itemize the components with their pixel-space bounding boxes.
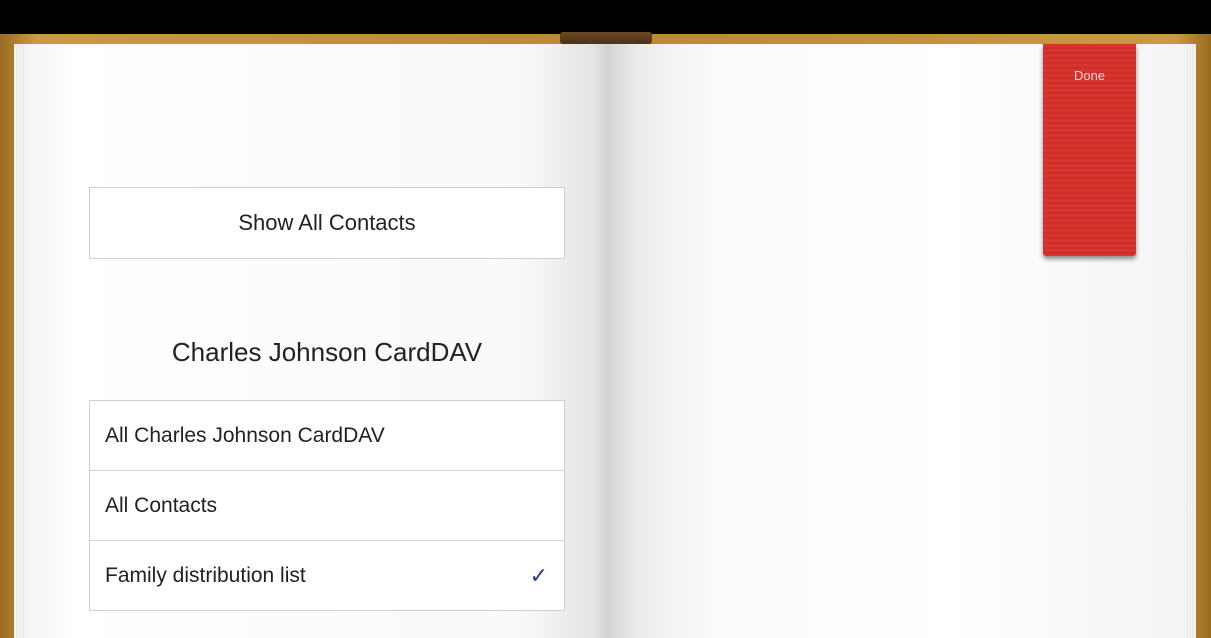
left-page-edges [14,44,26,638]
group-label: All Charles Johnson CardDAV [105,423,385,447]
group-label: Family distribution list [105,563,306,587]
account-section-header: Charles Johnson CardDAV [89,327,565,377]
done-ribbon-button[interactable]: Done [1043,44,1136,256]
group-list: All Charles Johnson CardDAV All Contacts… [89,400,565,611]
checkmark-icon: ✓ [529,562,548,588]
group-row-all-contacts[interactable]: All Contacts [90,471,564,541]
book-spine-clasp [560,32,652,44]
show-all-contacts-label: Show All Contacts [238,210,416,235]
group-row-all-account[interactable]: All Charles Johnson CardDAV [90,401,564,471]
group-label: All Contacts [105,493,218,517]
done-label: Done [1073,68,1106,83]
group-row-family-distribution[interactable]: Family distribution list ✓ [90,541,564,610]
account-name: Charles Johnson CardDAV [171,336,483,367]
top-bar [0,0,1211,34]
right-page-edges [1184,44,1196,638]
show-all-contacts-button[interactable]: Show All Contacts [89,187,565,259]
